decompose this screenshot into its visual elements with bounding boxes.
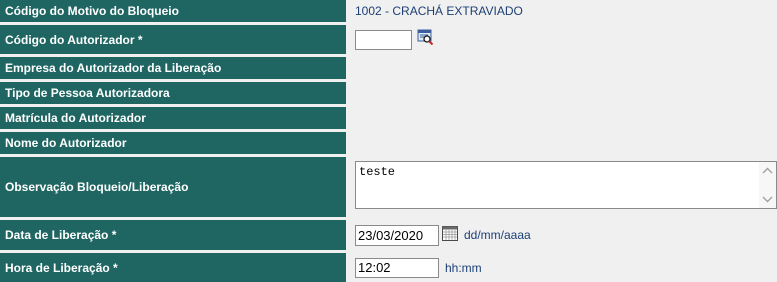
data-liberacao-label: Data de Liberação * (0, 220, 346, 250)
observacao-label: Observação Bloqueio/Liberação (0, 157, 346, 217)
codigo-autorizador-cell (349, 25, 777, 54)
search-lookup-icon[interactable] (417, 29, 434, 50)
scroll-down-arrow-icon[interactable] (762, 194, 773, 204)
matricula-autorizador-label: Matrícula do Autorizador (0, 107, 346, 129)
hora-liberacao-cell: hh:mm (349, 253, 777, 282)
row-data-liberacao: Data de Liberação * dd/mm/aaaa (0, 220, 777, 250)
scroll-up-arrow-icon[interactable] (762, 166, 773, 176)
codigo-autorizador-label: Código do Autorizador * (0, 25, 346, 54)
row-matricula-autorizador: Matrícula do Autorizador (0, 107, 777, 129)
observacao-textarea[interactable]: teste (356, 162, 758, 208)
matricula-autorizador-cell (349, 107, 777, 129)
row-hora-liberacao: Hora de Liberação * hh:mm (0, 253, 777, 282)
hora-format-hint: hh:mm (445, 260, 482, 275)
tipo-pessoa-label: Tipo de Pessoa Autorizadora (0, 82, 346, 104)
row-nome-autorizador: Nome do Autorizador (0, 132, 777, 154)
motivo-bloqueio-cell: 1002 - CRACHÁ EXTRAVIADO (349, 0, 777, 22)
empresa-autorizador-cell (349, 57, 777, 79)
nome-autorizador-label: Nome do Autorizador (0, 132, 346, 154)
row-motivo-bloqueio: Código do Motivo do Bloqueio 1002 - CRAC… (0, 0, 777, 22)
row-codigo-autorizador: Código do Autorizador * (0, 25, 777, 54)
observacao-scrollbar[interactable] (759, 162, 776, 208)
calendar-icon[interactable] (442, 225, 458, 246)
data-format-hint: dd/mm/aaaa (464, 228, 531, 242)
codigo-autorizador-input[interactable] (355, 29, 412, 50)
observacao-cell: teste (349, 157, 777, 217)
hora-liberacao-input[interactable] (355, 257, 439, 278)
motivo-bloqueio-value: 1002 - CRACHÁ EXTRAVIADO (355, 4, 523, 18)
row-tipo-pessoa: Tipo de Pessoa Autorizadora (0, 82, 777, 104)
data-liberacao-cell: dd/mm/aaaa (349, 220, 777, 250)
hora-liberacao-label: Hora de Liberação * (0, 253, 346, 282)
tipo-pessoa-cell (349, 82, 777, 104)
empresa-autorizador-label: Empresa do Autorizador da Liberação (0, 57, 346, 79)
row-empresa-autorizador: Empresa do Autorizador da Liberação (0, 57, 777, 79)
motivo-bloqueio-label: Código do Motivo do Bloqueio (0, 0, 346, 22)
data-liberacao-input[interactable] (355, 224, 439, 246)
row-observacao: Observação Bloqueio/Liberação teste (0, 157, 777, 217)
nome-autorizador-cell (349, 132, 777, 154)
observacao-textarea-frame: teste (355, 161, 777, 209)
